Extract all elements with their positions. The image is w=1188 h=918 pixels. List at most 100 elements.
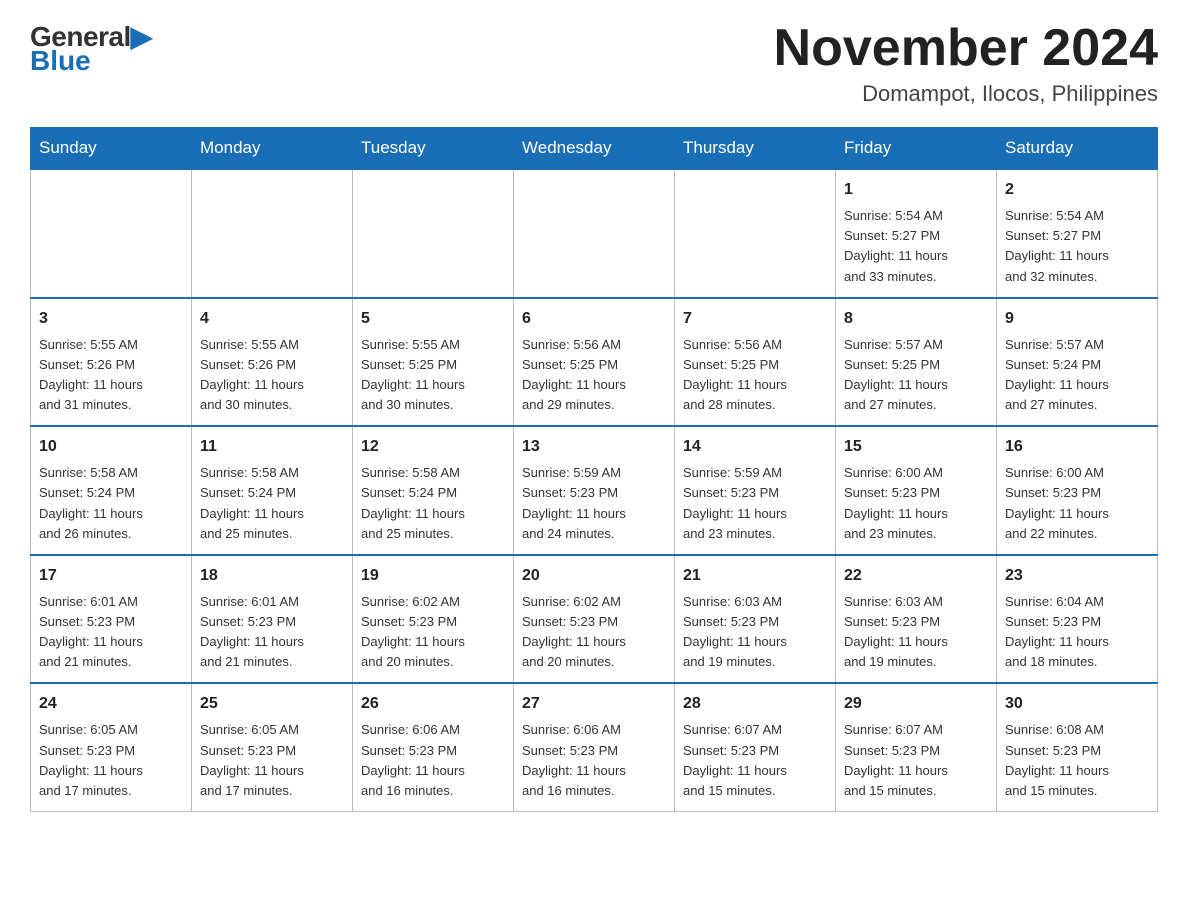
day-info: Sunrise: 5:56 AM Sunset: 5:25 PM Dayligh…	[522, 335, 666, 416]
calendar-day-cell: 6 Sunrise: 5:56 AM Sunset: 5:25 PM Daylig…	[514, 298, 675, 427]
day-number: 24	[39, 692, 183, 716]
calendar-header-saturday: Saturday	[997, 128, 1158, 170]
logo: General▶ Blue	[30, 20, 152, 77]
calendar-day-cell: 11 Sunrise: 5:58 AM Sunset: 5:24 PM Dayli…	[192, 426, 353, 555]
calendar-day-cell: 20 Sunrise: 6:02 AM Sunset: 5:23 PM Dayli…	[514, 555, 675, 684]
day-info: Sunrise: 6:07 AM Sunset: 5:23 PM Dayligh…	[844, 720, 988, 801]
day-number: 11	[200, 435, 344, 459]
calendar-day-cell: 26 Sunrise: 6:06 AM Sunset: 5:23 PM Dayli…	[353, 683, 514, 811]
day-number: 7	[683, 307, 827, 331]
day-number: 26	[361, 692, 505, 716]
logo-triangle-shape: ▶	[131, 21, 152, 52]
day-number: 4	[200, 307, 344, 331]
day-info: Sunrise: 5:55 AM Sunset: 5:25 PM Dayligh…	[361, 335, 505, 416]
day-number: 2	[1005, 178, 1149, 202]
day-info: Sunrise: 5:56 AM Sunset: 5:25 PM Dayligh…	[683, 335, 827, 416]
calendar-day-cell: 28 Sunrise: 6:07 AM Sunset: 5:23 PM Dayli…	[675, 683, 836, 811]
day-info: Sunrise: 5:58 AM Sunset: 5:24 PM Dayligh…	[39, 463, 183, 544]
day-number: 13	[522, 435, 666, 459]
calendar-day-cell: 12Sunrise: 5:58 AM Sunset: 5:24 PM Dayli…	[353, 426, 514, 555]
day-number: 29	[844, 692, 988, 716]
day-number: 18	[200, 564, 344, 588]
calendar-day-cell: 9 Sunrise: 5:57 AM Sunset: 5:24 PM Daylig…	[997, 298, 1158, 427]
month-title: November 2024	[774, 20, 1158, 77]
day-number: 19	[361, 564, 505, 588]
calendar-day-cell: 16 Sunrise: 6:00 AM Sunset: 5:23 PM Dayli…	[997, 426, 1158, 555]
calendar-day-cell: 8 Sunrise: 5:57 AM Sunset: 5:25 PM Daylig…	[836, 298, 997, 427]
day-number: 14	[683, 435, 827, 459]
day-number: 15	[844, 435, 988, 459]
calendar-table: SundayMondayTuesdayWednesdayThursdayFrid…	[30, 127, 1158, 812]
calendar-header-thursday: Thursday	[675, 128, 836, 170]
calendar-day-cell	[31, 169, 192, 298]
calendar-day-cell: 14Sunrise: 5:59 AM Sunset: 5:23 PM Dayli…	[675, 426, 836, 555]
calendar-day-cell	[514, 169, 675, 298]
calendar-week-row: 10 Sunrise: 5:58 AM Sunset: 5:24 PM Dayli…	[31, 426, 1158, 555]
day-info: Sunrise: 6:01 AM Sunset: 5:23 PM Dayligh…	[200, 592, 344, 673]
calendar-day-cell: 30Sunrise: 6:08 AM Sunset: 5:23 PM Dayli…	[997, 683, 1158, 811]
day-info: Sunrise: 6:07 AM Sunset: 5:23 PM Dayligh…	[683, 720, 827, 801]
day-number: 27	[522, 692, 666, 716]
calendar-day-cell: 3 Sunrise: 5:55 AM Sunset: 5:26 PM Daylig…	[31, 298, 192, 427]
calendar-header-friday: Friday	[836, 128, 997, 170]
day-number: 20	[522, 564, 666, 588]
calendar-day-cell	[192, 169, 353, 298]
day-number: 17	[39, 564, 183, 588]
calendar-day-cell: 2 Sunrise: 5:54 AM Sunset: 5:27 PM Daylig…	[997, 169, 1158, 298]
calendar-day-cell: 5 Sunrise: 5:55 AM Sunset: 5:25 PM Daylig…	[353, 298, 514, 427]
calendar-week-row: 1 Sunrise: 5:54 AM Sunset: 5:27 PM Daylig…	[31, 169, 1158, 298]
day-info: Sunrise: 5:58 AM Sunset: 5:24 PM Dayligh…	[200, 463, 344, 544]
calendar-day-cell: 23 Sunrise: 6:04 AM Sunset: 5:23 PM Dayli…	[997, 555, 1158, 684]
day-info: Sunrise: 5:54 AM Sunset: 5:27 PM Dayligh…	[844, 206, 988, 287]
calendar-day-cell: 19 Sunrise: 6:02 AM Sunset: 5:23 PM Dayli…	[353, 555, 514, 684]
calendar-day-cell: 22 Sunrise: 6:03 AM Sunset: 5:23 PM Dayli…	[836, 555, 997, 684]
calendar-week-row: 24 Sunrise: 6:05 AM Sunset: 5:23 PM Dayli…	[31, 683, 1158, 811]
calendar-header-monday: Monday	[192, 128, 353, 170]
calendar-week-row: 3 Sunrise: 5:55 AM Sunset: 5:26 PM Daylig…	[31, 298, 1158, 427]
calendar-day-cell	[675, 169, 836, 298]
day-number: 28	[683, 692, 827, 716]
day-info: Sunrise: 6:03 AM Sunset: 5:23 PM Dayligh…	[844, 592, 988, 673]
day-number: 5	[361, 307, 505, 331]
day-number: 12	[361, 435, 505, 459]
page-header: General▶ Blue November 2024 Domampot, Il…	[30, 20, 1158, 107]
calendar-day-cell: 18 Sunrise: 6:01 AM Sunset: 5:23 PM Dayli…	[192, 555, 353, 684]
day-number: 16	[1005, 435, 1149, 459]
day-info: Sunrise: 6:03 AM Sunset: 5:23 PM Dayligh…	[683, 592, 827, 673]
day-info: Sunrise: 6:02 AM Sunset: 5:23 PM Dayligh…	[361, 592, 505, 673]
day-number: 6	[522, 307, 666, 331]
day-info: Sunrise: 5:57 AM Sunset: 5:24 PM Dayligh…	[1005, 335, 1149, 416]
day-number: 3	[39, 307, 183, 331]
day-info: Sunrise: 6:05 AM Sunset: 5:23 PM Dayligh…	[200, 720, 344, 801]
calendar-day-cell: 13Sunrise: 5:59 AM Sunset: 5:23 PM Dayli…	[514, 426, 675, 555]
calendar-day-cell: 21Sunrise: 6:03 AM Sunset: 5:23 PM Dayli…	[675, 555, 836, 684]
day-info: Sunrise: 6:02 AM Sunset: 5:23 PM Dayligh…	[522, 592, 666, 673]
calendar-day-cell: 7 Sunrise: 5:56 AM Sunset: 5:25 PM Daylig…	[675, 298, 836, 427]
day-number: 1	[844, 178, 988, 202]
day-number: 10	[39, 435, 183, 459]
day-number: 30	[1005, 692, 1149, 716]
calendar-header-wednesday: Wednesday	[514, 128, 675, 170]
calendar-day-cell: 4Sunrise: 5:55 AM Sunset: 5:26 PM Daylig…	[192, 298, 353, 427]
day-info: Sunrise: 6:06 AM Sunset: 5:23 PM Dayligh…	[361, 720, 505, 801]
day-info: Sunrise: 5:54 AM Sunset: 5:27 PM Dayligh…	[1005, 206, 1149, 287]
day-number: 8	[844, 307, 988, 331]
logo-blue-text: Blue	[30, 45, 91, 77]
calendar-day-cell: 29 Sunrise: 6:07 AM Sunset: 5:23 PM Dayli…	[836, 683, 997, 811]
day-info: Sunrise: 5:57 AM Sunset: 5:25 PM Dayligh…	[844, 335, 988, 416]
day-number: 23	[1005, 564, 1149, 588]
location-text: Domampot, Ilocos, Philippines	[774, 81, 1158, 107]
day-info: Sunrise: 6:00 AM Sunset: 5:23 PM Dayligh…	[1005, 463, 1149, 544]
day-info: Sunrise: 5:55 AM Sunset: 5:26 PM Dayligh…	[39, 335, 183, 416]
calendar-week-row: 17 Sunrise: 6:01 AM Sunset: 5:23 PM Dayli…	[31, 555, 1158, 684]
calendar-day-cell: 1 Sunrise: 5:54 AM Sunset: 5:27 PM Daylig…	[836, 169, 997, 298]
day-info: Sunrise: 6:05 AM Sunset: 5:23 PM Dayligh…	[39, 720, 183, 801]
day-number: 22	[844, 564, 988, 588]
day-number: 9	[1005, 307, 1149, 331]
calendar-header-row: SundayMondayTuesdayWednesdayThursdayFrid…	[31, 128, 1158, 170]
day-info: Sunrise: 6:04 AM Sunset: 5:23 PM Dayligh…	[1005, 592, 1149, 673]
day-number: 25	[200, 692, 344, 716]
calendar-day-cell: 25 Sunrise: 6:05 AM Sunset: 5:23 PM Dayli…	[192, 683, 353, 811]
day-info: Sunrise: 6:00 AM Sunset: 5:23 PM Dayligh…	[844, 463, 988, 544]
calendar-day-cell: 27Sunrise: 6:06 AM Sunset: 5:23 PM Dayli…	[514, 683, 675, 811]
